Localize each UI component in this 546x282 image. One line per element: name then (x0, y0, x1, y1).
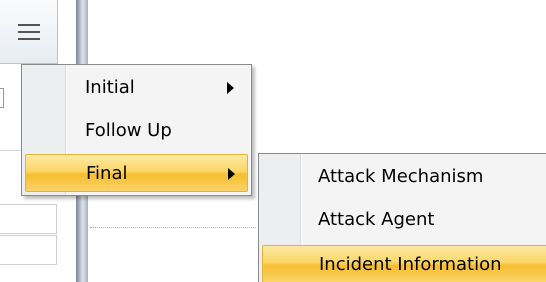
menu-item-label: Incident Information (319, 254, 502, 275)
main-menu: Initial Follow Up Final (21, 64, 252, 196)
submenu-item-attack-mechanism[interactable]: Attack Mechanism (262, 158, 546, 196)
menu-item-label: Final (86, 163, 128, 184)
menu-item-initial[interactable]: Initial (25, 69, 248, 107)
submenu-arrow-icon (228, 168, 235, 180)
menu-item-follow-up[interactable]: Follow Up (25, 112, 248, 150)
background-text-field[interactable] (0, 235, 57, 265)
final-submenu: Attack Mechanism Attack Agent Incident I… (258, 153, 546, 282)
menu-item-label: Initial (85, 77, 135, 98)
menu-item-final[interactable]: Final (25, 154, 248, 192)
submenu-item-incident-information[interactable]: Incident Information (262, 245, 546, 282)
menu-item-label: Follow Up (85, 120, 172, 141)
hamburger-icon (18, 24, 40, 26)
background-text-field[interactable] (0, 204, 57, 234)
submenu-item-attack-agent[interactable]: Attack Agent (262, 201, 546, 239)
menu-item-label: Attack Mechanism (318, 166, 484, 187)
menu-item-label: Attack Agent (318, 209, 435, 230)
submenu-arrow-icon (227, 82, 234, 94)
background-control-edge (0, 88, 4, 108)
hamburger-menu-button[interactable] (0, 0, 58, 64)
dotted-separator (90, 227, 256, 228)
